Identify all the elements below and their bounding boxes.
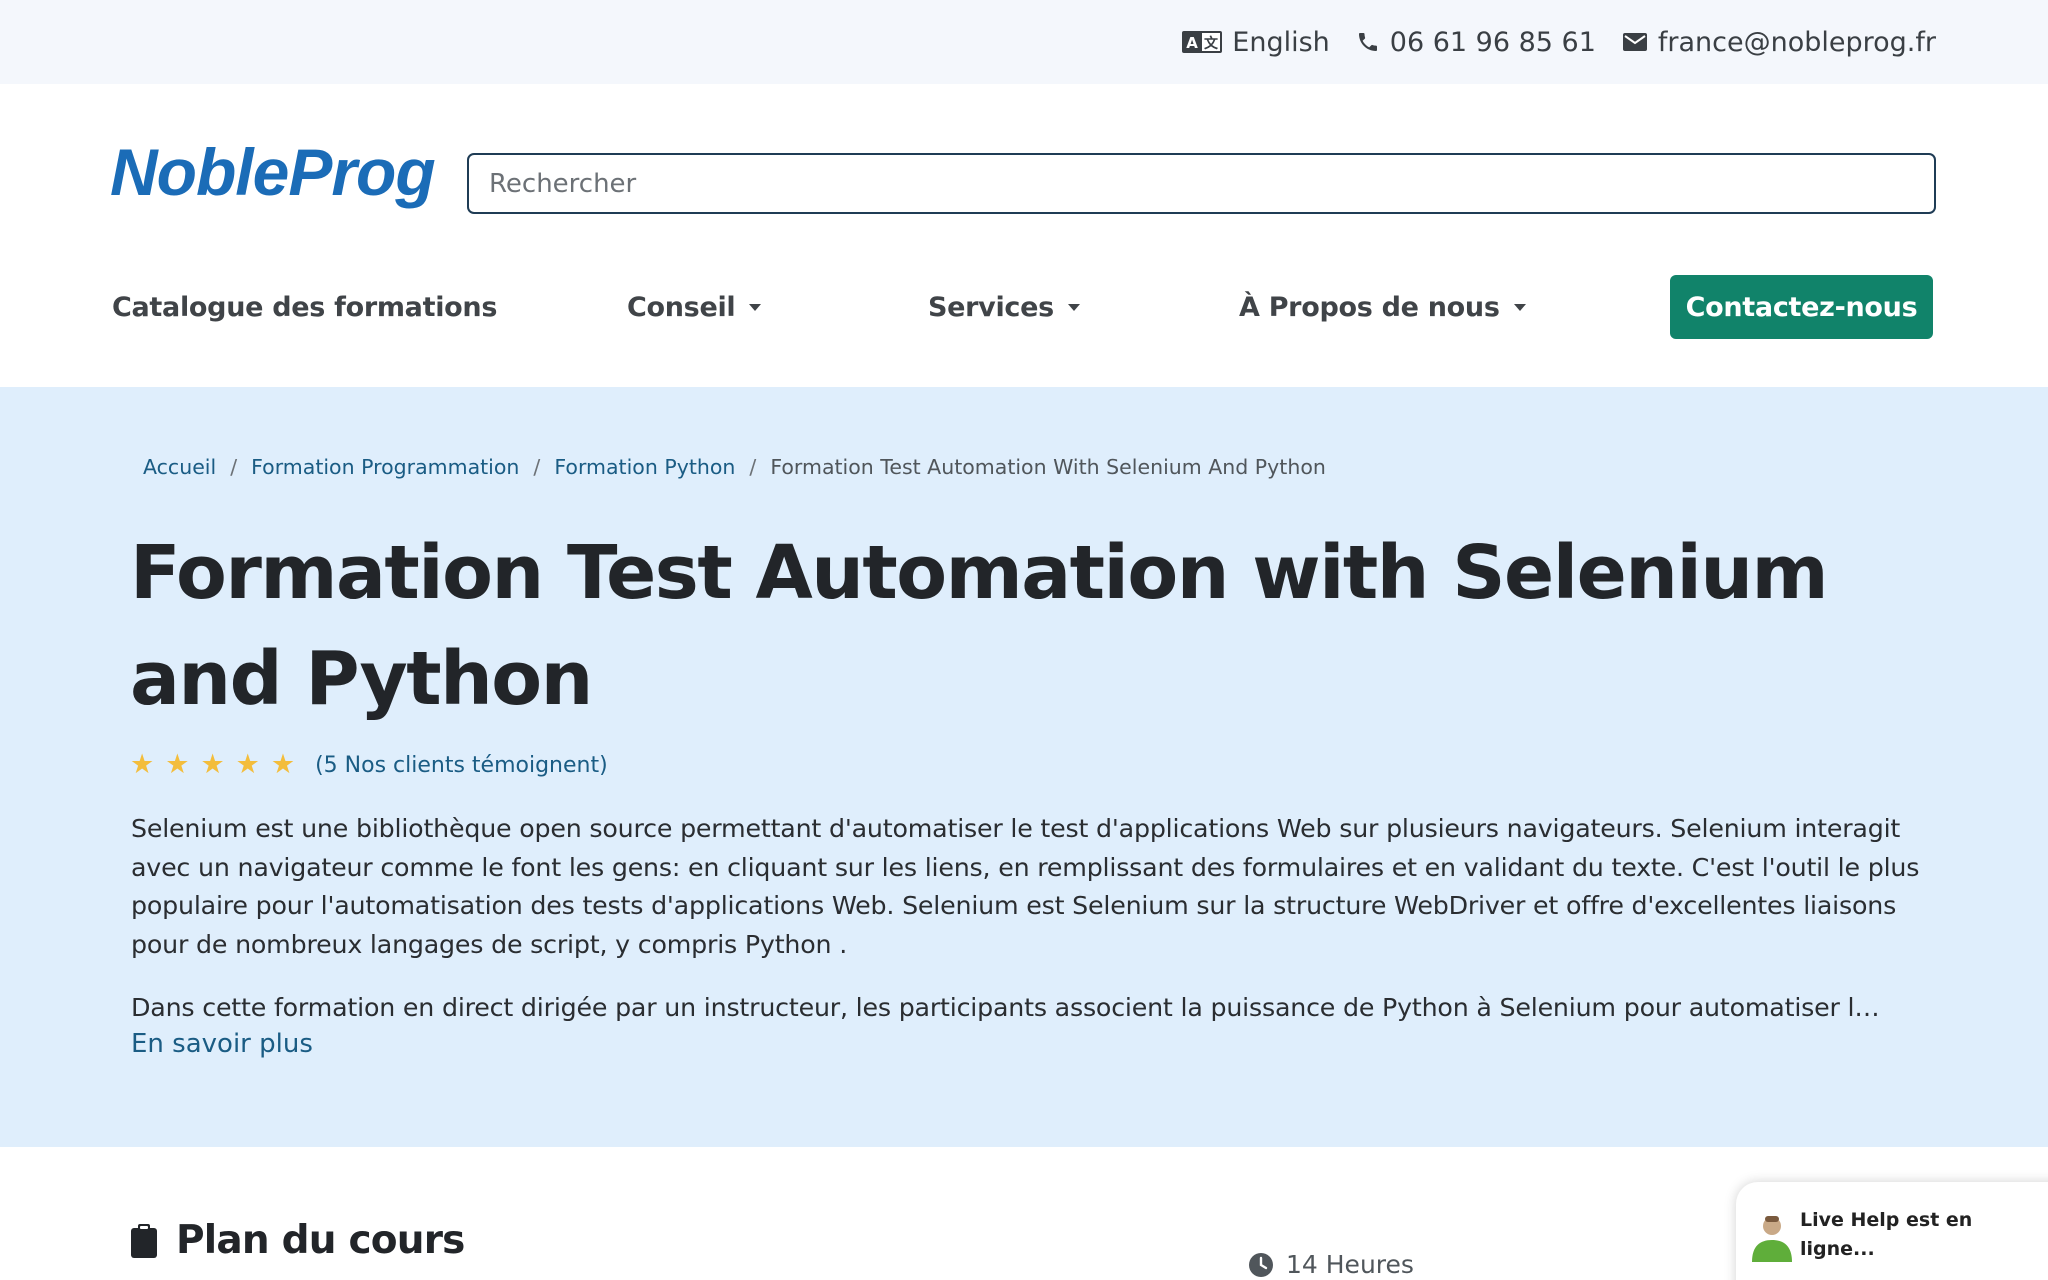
duration-label: 14 Heures bbox=[1286, 1250, 1414, 1279]
rating-stars: ★ ★ ★ ★ ★ bbox=[130, 750, 295, 780]
nav-conseil-label: Conseil bbox=[627, 291, 736, 323]
breadcrumb-programmation[interactable]: Formation Programmation bbox=[251, 455, 519, 479]
nav-conseil[interactable]: Conseil bbox=[627, 275, 762, 339]
course-description: Selenium est une bibliothèque open sourc… bbox=[131, 814, 1920, 959]
page-title: Formation Test Automation with Selenium … bbox=[130, 530, 1829, 722]
top-utility-bar: A 文 English 06 61 96 85 61 france@noblep… bbox=[0, 0, 2048, 84]
breadcrumb-separator: / bbox=[749, 455, 757, 479]
course-plan-heading: Plan du cours bbox=[130, 1218, 465, 1263]
course-plan-title: Plan du cours bbox=[176, 1218, 465, 1263]
nav-catalogue[interactable]: Catalogue des formations bbox=[112, 275, 497, 339]
breadcrumb-home[interactable]: Accueil bbox=[143, 455, 216, 479]
nav-services[interactable]: Services bbox=[928, 275, 1080, 339]
envelope-icon bbox=[1622, 33, 1647, 51]
search-input[interactable] bbox=[467, 153, 1936, 214]
language-label: English bbox=[1232, 26, 1330, 58]
star-icon: ★ bbox=[235, 749, 260, 780]
nav-services-label: Services bbox=[928, 291, 1054, 323]
chevron-down-icon bbox=[749, 303, 762, 311]
clipboard-icon bbox=[131, 1223, 157, 1258]
language-switch[interactable]: A 文 English bbox=[1182, 27, 1330, 58]
course-rating: ★ ★ ★ ★ ★ (5 Nos clients témoignent) bbox=[130, 750, 608, 780]
live-help-text: Live Help est en ligne... bbox=[1800, 1209, 1973, 1260]
star-icon: ★ bbox=[270, 749, 296, 780]
star-icon: ★ bbox=[130, 749, 155, 780]
svg-text:文: 文 bbox=[1204, 35, 1219, 52]
phone-number: 06 61 96 85 61 bbox=[1389, 26, 1596, 58]
contact-button[interactable]: Contactez-nous bbox=[1670, 275, 1933, 339]
breadcrumb-separator: / bbox=[230, 455, 238, 479]
star-icon: ★ bbox=[165, 749, 190, 780]
phone-link[interactable]: 06 61 96 85 61 bbox=[1356, 27, 1596, 58]
breadcrumb-current: Formation Test Automation With Selenium … bbox=[770, 455, 1326, 479]
agent-avatar-icon bbox=[1752, 1216, 1792, 1262]
clock-icon bbox=[1249, 1252, 1273, 1277]
chevron-down-icon bbox=[1067, 303, 1080, 311]
nobleprog-logo[interactable]: NobleProg bbox=[110, 134, 436, 210]
email-address: france@nobleprog.fr bbox=[1657, 26, 1936, 58]
live-help-widget[interactable]: Live Help est en ligne... bbox=[1736, 1182, 2048, 1280]
chevron-down-icon bbox=[1513, 303, 1526, 311]
email-link[interactable]: france@nobleprog.fr bbox=[1622, 27, 1936, 58]
translate-icon: A 文 bbox=[1182, 31, 1223, 53]
reviews-link[interactable]: (5 Nos clients témoignent) bbox=[315, 753, 608, 778]
breadcrumb-separator: / bbox=[533, 455, 541, 479]
breadcrumb-python[interactable]: Formation Python bbox=[554, 455, 735, 479]
nav-apropos[interactable]: À Propos de nous bbox=[1239, 275, 1526, 339]
svg-text:A: A bbox=[1186, 34, 1198, 52]
phone-icon bbox=[1358, 33, 1377, 51]
course-duration: 14 Heures bbox=[1248, 1250, 1414, 1279]
nav-catalogue-label: Catalogue des formations bbox=[112, 291, 498, 323]
breadcrumb: Accueil / Formation Programmation / Form… bbox=[143, 455, 1326, 479]
star-icon: ★ bbox=[200, 749, 225, 780]
course-description-more: Dans cette formation en direct dirigée p… bbox=[131, 993, 1880, 1022]
nav-apropos-label: À Propos de nous bbox=[1239, 291, 1500, 323]
read-more-link[interactable]: En savoir plus bbox=[131, 1029, 313, 1059]
